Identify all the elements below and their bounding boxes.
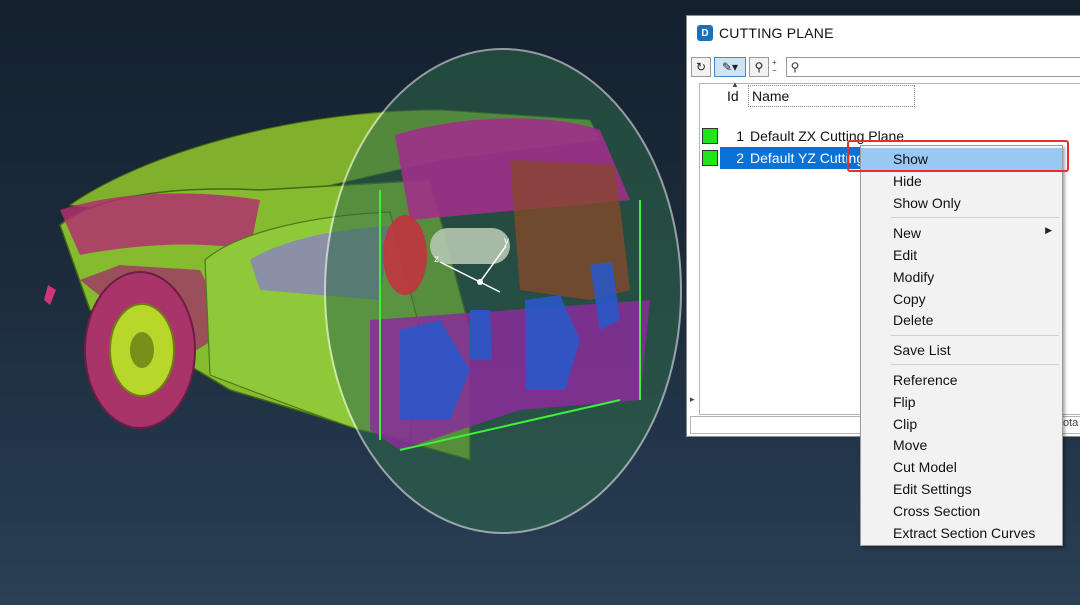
menu-separator (891, 364, 1059, 365)
svg-text:y: y (504, 236, 509, 247)
menu-item-extract-section-curves[interactable]: Extract Section Curves (861, 522, 1062, 544)
column-header-name[interactable]: Name (748, 85, 915, 107)
menu-item-edit-settings[interactable]: Edit Settings (861, 478, 1062, 500)
search-input[interactable]: ⚲ (785, 57, 1080, 77)
column-header-id[interactable]: Id (727, 88, 745, 104)
menu-item-new[interactable]: New ▶ (861, 222, 1062, 244)
panel-toolbar: ↻ ✎▾ ⚲ + − ⚲ (691, 56, 1080, 78)
scroll-left-icon[interactable]: ▸ (690, 394, 695, 405)
menu-item-copy[interactable]: Copy (861, 288, 1062, 310)
refresh-icon[interactable]: ↻ (691, 57, 711, 77)
row-id: 2 (736, 150, 744, 166)
menu-item-show-only[interactable]: Show Only (861, 192, 1062, 214)
highlight-dropdown-icon[interactable]: ✎▾ (714, 57, 746, 77)
menu-item-hide[interactable]: Hide (861, 170, 1062, 192)
submenu-arrow-icon: ▶ (1045, 225, 1052, 235)
menu-item-delete[interactable]: Delete (861, 309, 1062, 331)
menu-item-cross-section[interactable]: Cross Section (861, 500, 1062, 522)
panel-titlebar: D CUTTING PLANE (687, 16, 1080, 50)
menu-item-clip[interactable]: Clip (861, 413, 1062, 435)
svg-text:z: z (434, 254, 439, 265)
app-logo-icon: D (697, 25, 713, 41)
menu-item-save-list[interactable]: Save List (861, 339, 1062, 361)
zoom-icon[interactable]: ⚲ (749, 57, 769, 77)
menu-item-reference[interactable]: Reference (861, 369, 1062, 391)
list-header: ▲ Id Name (700, 80, 1080, 108)
menu-item-cut-model[interactable]: Cut Model (861, 456, 1062, 478)
panel-title: CUTTING PLANE (719, 25, 834, 41)
truncated-label: ota (1063, 417, 1079, 429)
menu-item-flip[interactable]: Flip (861, 391, 1062, 413)
menu-separator (891, 335, 1059, 336)
row-id: 1 (736, 128, 744, 144)
expand-collapse-icon[interactable]: + − (772, 59, 777, 75)
menu-item-edit[interactable]: Edit (861, 244, 1062, 266)
annotation-highlight-box (847, 140, 1069, 172)
menu-item-move[interactable]: Move (861, 434, 1062, 456)
context-menu: Show Hide Show Only New ▶ Edit Modify Cop… (860, 145, 1063, 546)
menu-item-modify[interactable]: Modify (861, 266, 1062, 288)
menu-separator (891, 217, 1059, 218)
visibility-swatch[interactable] (702, 150, 718, 166)
search-icon: ⚲ (790, 60, 800, 74)
visibility-swatch[interactable] (702, 128, 718, 144)
